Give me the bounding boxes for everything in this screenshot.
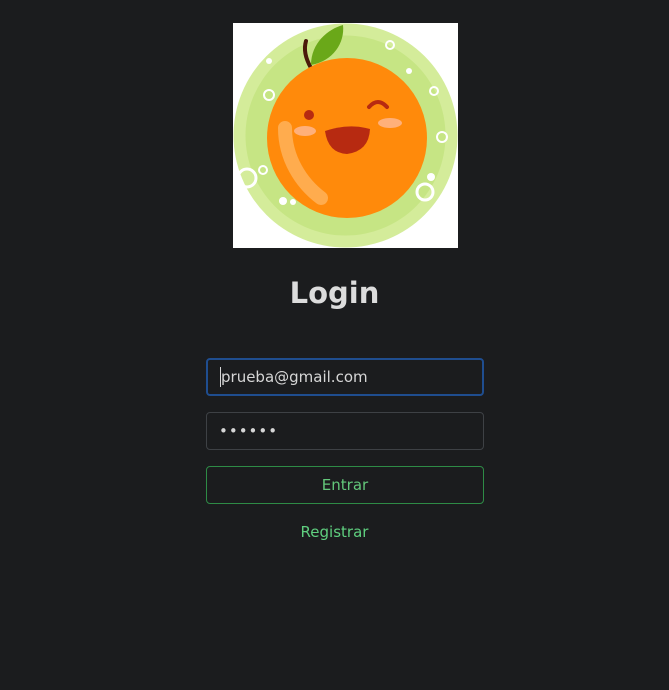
register-link[interactable]: Registrar (0, 522, 669, 542)
smiling-orange-icon (233, 23, 458, 248)
page-title: Login (289, 276, 380, 310)
password-field[interactable] (206, 412, 484, 450)
submit-button[interactable]: Entrar (206, 466, 484, 504)
login-page: Login Entrar Registrar (0, 0, 669, 690)
logo-image (233, 23, 458, 248)
email-field[interactable] (206, 358, 484, 396)
text-cursor (220, 367, 221, 387)
